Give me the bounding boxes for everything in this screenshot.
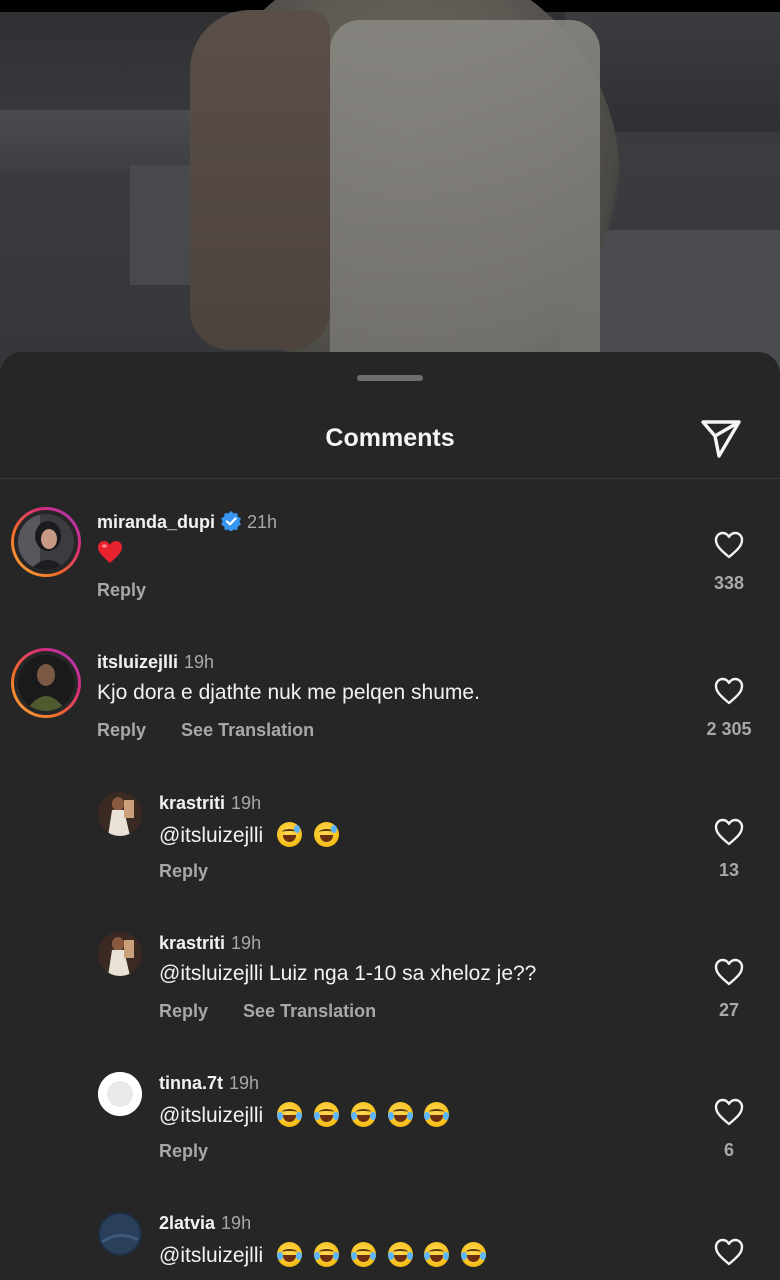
heart-outline-icon[interactable]	[714, 1238, 744, 1266]
avatar-photo	[98, 792, 142, 836]
like-count: 6	[723, 1140, 734, 1160]
tears-of-joy-emoji-icon	[277, 1102, 303, 1127]
red-heart-emoji-icon	[98, 541, 122, 563]
tears-of-joy-emoji-icon	[461, 1242, 487, 1267]
sweat-smile-emoji-icon	[313, 822, 339, 847]
reply-button[interactable]: Reply	[159, 1001, 208, 1021]
default-avatar-icon	[98, 1072, 142, 1116]
tears-of-joy-emoji-icon	[424, 1242, 450, 1267]
tears-of-joy-emoji-icon	[350, 1242, 376, 1267]
comment-username[interactable]: miranda_dupi 21h	[97, 511, 277, 533]
avatar-photo	[18, 514, 74, 570]
avatar-photo	[98, 1212, 142, 1256]
like-control: 27	[689, 958, 769, 1021]
comment-text: @itsluizejlli Luiz nga 1-10 sa xheloz je…	[159, 962, 537, 985]
sheet-title: Comments	[325, 424, 455, 452]
comment-item: miranda_dupi 21h Reply 338	[0, 502, 780, 622]
tears-of-joy-emoji-icon	[387, 1102, 413, 1127]
comment-text: @itsluizejlli	[159, 1102, 455, 1128]
see-translation-button[interactable]: See Translation	[181, 720, 314, 740]
heart-outline-icon[interactable]	[714, 818, 744, 846]
comment-text: Kjo dora e djathte nuk me pelqen shume.	[97, 681, 480, 704]
avatar[interactable]	[98, 932, 142, 976]
like-count: 27	[718, 1000, 740, 1020]
tears-of-joy-emoji-icon	[277, 1242, 303, 1267]
comment-username[interactable]: tinna.7t 19h	[159, 1073, 259, 1094]
comment-actions: Reply	[159, 861, 238, 882]
reply-item: krastriti 19h @itsluizejlli Luiz nga 1-10…	[0, 924, 780, 1044]
comment-actions: Reply See Translation	[97, 720, 344, 741]
like-control: 13	[689, 818, 769, 881]
avatar[interactable]	[98, 1212, 142, 1256]
comments-sheet: Comments miranda_dupi 21h Reply 338 itsl…	[0, 352, 780, 1280]
heart-outline-icon[interactable]	[714, 958, 744, 986]
reply-button[interactable]: Reply	[159, 1141, 208, 1161]
avatar[interactable]	[11, 648, 81, 718]
photo-arm	[190, 10, 330, 350]
reply-button[interactable]: Reply	[97, 720, 146, 740]
comment-actions: Reply	[159, 1141, 238, 1162]
tears-of-joy-emoji-icon	[387, 1242, 413, 1267]
reply-item: krastriti 19h @itsluizejlli Reply 13	[0, 784, 780, 904]
avatar[interactable]	[11, 507, 81, 577]
like-control: 338	[689, 531, 769, 594]
reply-button[interactable]: Reply	[159, 861, 208, 881]
heart-outline-icon[interactable]	[714, 1098, 744, 1126]
share-button[interactable]	[698, 416, 744, 460]
reply-button[interactable]: Reply	[97, 580, 146, 600]
avatar[interactable]	[98, 1072, 142, 1116]
tears-of-joy-emoji-icon	[350, 1102, 376, 1127]
comment-username[interactable]: krastriti 19h	[159, 933, 261, 954]
comment-text: @itsluizejlli	[159, 1242, 492, 1268]
tears-of-joy-emoji-icon	[313, 1102, 339, 1127]
screen: Comments miranda_dupi 21h Reply 338 itsl…	[0, 0, 780, 1280]
avatar[interactable]	[98, 792, 142, 836]
photo-dress	[330, 20, 600, 380]
reply-item: 2latvia 19h @itsluizejlli	[0, 1204, 780, 1280]
avatar-photo	[98, 932, 142, 976]
tears-of-joy-emoji-icon	[424, 1102, 450, 1127]
see-translation-button[interactable]: See Translation	[243, 1001, 376, 1021]
paper-plane-icon	[701, 420, 741, 458]
post-photo[interactable]	[0, 0, 780, 380]
sheet-drag-handle[interactable]	[357, 375, 423, 381]
comment-text: @itsluizejlli	[159, 822, 345, 848]
like-control: 2 305	[689, 677, 769, 740]
comment-item: itsluizejlli 19h Kjo dora e djathte nuk m…	[0, 643, 780, 763]
comment-username[interactable]: krastriti 19h	[159, 793, 261, 814]
comment-username[interactable]: 2latvia 19h	[159, 1213, 251, 1234]
heart-outline-icon[interactable]	[714, 677, 744, 705]
verified-badge-icon	[221, 511, 242, 531]
comment-actions: Reply See Translation	[159, 1001, 406, 1022]
like-control: 6	[689, 1098, 769, 1161]
like-control	[689, 1238, 769, 1266]
heart-outline-icon[interactable]	[714, 531, 744, 559]
header-divider	[0, 478, 780, 479]
comment-username[interactable]: itsluizejlli 19h	[97, 652, 214, 673]
like-count: 338	[713, 573, 745, 593]
comment-text	[97, 540, 123, 566]
tears-of-joy-emoji-icon	[313, 1242, 339, 1267]
like-count: 2 305	[706, 719, 752, 739]
comment-actions: Reply	[97, 580, 176, 601]
avatar-photo	[18, 655, 74, 711]
reply-item: tinna.7t 19h @itsluizejlli Reply 6	[0, 1064, 780, 1184]
like-count: 13	[718, 860, 740, 880]
sweat-smile-emoji-icon	[277, 822, 303, 847]
